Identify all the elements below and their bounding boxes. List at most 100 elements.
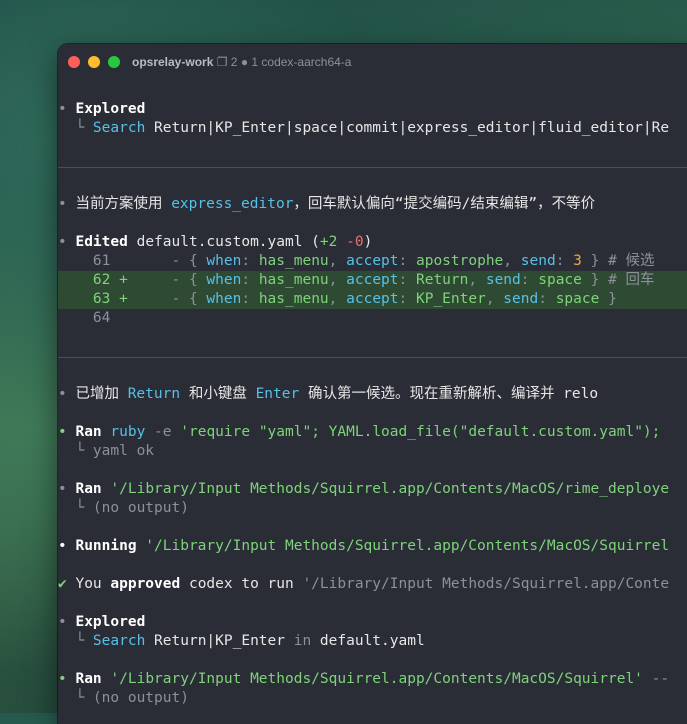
line-number bbox=[58, 291, 93, 307]
diff-code: - { bbox=[127, 291, 207, 307]
terminal-output: • Explored └ Search Return|KP_Enter|spac… bbox=[58, 80, 687, 724]
session-name: opsrelay-work bbox=[132, 55, 214, 69]
yaml-key: when bbox=[206, 291, 242, 307]
ran-output-1: └ yaml ok bbox=[58, 442, 154, 461]
ran-label: Ran bbox=[75, 424, 102, 440]
close-button[interactable] bbox=[68, 56, 80, 68]
explored-line-2: • Explored bbox=[58, 613, 145, 632]
yaml-value: has_menu bbox=[258, 272, 329, 288]
explored-line-1: • Explored bbox=[58, 100, 145, 119]
yaml-value: KP_Enter bbox=[415, 291, 486, 307]
search-args: Return|KP_Enter bbox=[145, 633, 285, 649]
ran-label: Ran bbox=[75, 481, 102, 497]
command-output: yaml ok bbox=[92, 443, 155, 459]
bullet-icon: • bbox=[58, 234, 76, 250]
message-text: 当前方案使用 bbox=[75, 196, 172, 212]
line-number: 64 bbox=[92, 310, 111, 326]
diff-code: - { bbox=[127, 272, 207, 288]
zoom-button[interactable] bbox=[108, 56, 120, 68]
line-number: 63 + bbox=[92, 291, 128, 307]
punct: , bbox=[503, 253, 521, 269]
diff-code: } bbox=[599, 291, 617, 307]
line-number bbox=[58, 272, 93, 288]
running-label: Running bbox=[75, 538, 137, 554]
terminal-window: opsrelay-work ❐ 2 ● 1 codex-aarch64-a • … bbox=[58, 44, 687, 724]
punct: , bbox=[485, 291, 504, 307]
punct: : bbox=[555, 253, 574, 269]
checkmark-icon: ✔ bbox=[58, 576, 67, 592]
punct: : bbox=[538, 291, 556, 307]
command: ruby bbox=[110, 424, 146, 440]
yaml-value: space bbox=[555, 291, 600, 307]
running-line: • Running '/Library/Input Methods/Squirr… bbox=[58, 537, 669, 556]
explored-label: Explored bbox=[75, 614, 146, 630]
message-text: 和小键盘 bbox=[180, 386, 256, 402]
command-flag: -- bbox=[642, 671, 670, 687]
message-text: 已增加 bbox=[75, 386, 128, 402]
diff-code: - { bbox=[110, 253, 207, 269]
divider bbox=[58, 357, 687, 358]
title-bar: opsrelay-work ❐ 2 ● 1 codex-aarch64-a bbox=[58, 44, 687, 80]
line-number: 62 + bbox=[92, 272, 128, 288]
search-in: in bbox=[285, 633, 312, 649]
bullet-icon: • bbox=[58, 614, 76, 630]
paren: ) bbox=[363, 234, 373, 250]
punct: , bbox=[328, 272, 347, 288]
diff-line-64: 64 bbox=[58, 309, 110, 328]
punct: : bbox=[398, 291, 416, 307]
command-string: 'require "yaml"; YAML.load_file("default… bbox=[171, 424, 661, 440]
added-count: +2 bbox=[319, 234, 338, 250]
approved-label: approved bbox=[110, 576, 181, 592]
punct: : bbox=[398, 253, 416, 269]
approved-text: You bbox=[66, 576, 111, 592]
punct: : bbox=[241, 253, 259, 269]
minimize-button[interactable] bbox=[88, 56, 100, 68]
ran-label: Ran bbox=[75, 671, 102, 687]
message-line-2: • 已增加 Return 和小键盘 Enter 确认第一候选。现在重新解析、编译… bbox=[58, 385, 598, 404]
ran-output-3: └ (no output) bbox=[58, 689, 189, 708]
approved-text: codex to run bbox=[180, 576, 303, 592]
ran-line-1: • Ran ruby -e 'require "yaml"; YAML.load… bbox=[58, 423, 660, 442]
line-number bbox=[58, 310, 93, 326]
inline-code: express_editor bbox=[171, 196, 294, 212]
punct: : bbox=[398, 272, 416, 288]
search-line-2: └ Search Return|KP_Enter in default.yaml bbox=[58, 632, 425, 651]
diff-code: } # 候选 bbox=[581, 253, 655, 269]
yaml-key: send bbox=[485, 272, 521, 288]
diff-line-62: 62 + - { when: has_menu, accept: Return,… bbox=[58, 271, 655, 290]
punct: : bbox=[520, 272, 539, 288]
ran-line-2: • Ran '/Library/Input Methods/Squirrel.a… bbox=[58, 480, 669, 499]
yaml-key: when bbox=[206, 253, 242, 269]
diff-line-63: 63 + - { when: has_menu, accept: KP_Ente… bbox=[58, 290, 617, 309]
tab-info: ❐ 2 ● 1 codex-aarch64-a bbox=[216, 55, 352, 69]
yaml-key: send bbox=[503, 291, 539, 307]
diff-code: } # 回车 bbox=[581, 272, 655, 288]
tree-branch-icon: └ bbox=[58, 120, 93, 136]
search-file: default.yaml bbox=[311, 633, 425, 649]
tree-branch-icon: └ bbox=[58, 690, 93, 706]
bullet-icon: • bbox=[58, 196, 76, 212]
edited-label: Edited bbox=[75, 234, 128, 250]
removed-count: -0 bbox=[337, 234, 364, 250]
search-line-1: └ Search Return|KP_Enter|space|commit|ex… bbox=[58, 119, 669, 138]
approved-line: ✔ You approved codex to run '/Library/In… bbox=[58, 575, 669, 594]
line-number bbox=[58, 253, 93, 269]
command-string: '/Library/Input Methods/Squirrel.app/Con… bbox=[302, 576, 670, 592]
command-string: '/Library/Input Methods/Squirrel.app/Con… bbox=[101, 481, 670, 497]
yaml-key: accept bbox=[346, 272, 399, 288]
yaml-value: space bbox=[538, 272, 582, 288]
yaml-value: Return bbox=[415, 272, 469, 288]
edited-line: • Edited default.custom.yaml (+2 -0) bbox=[58, 233, 372, 252]
window-title: opsrelay-work ❐ 2 ● 1 codex-aarch64-a bbox=[132, 55, 351, 69]
punct: : bbox=[241, 272, 259, 288]
search-label: Search bbox=[92, 120, 146, 136]
command-output: (no output) bbox=[92, 500, 189, 516]
diff-line-61: 61 - { when: has_menu, accept: apostroph… bbox=[58, 252, 655, 271]
edited-file: default.custom.yaml ( bbox=[127, 234, 320, 250]
message-line-1: • 当前方案使用 express_editor，回车默认偏向“提交编码/结束编辑… bbox=[58, 195, 595, 214]
explored-label: Explored bbox=[75, 101, 146, 117]
inline-code: Return bbox=[127, 386, 181, 402]
yaml-key: accept bbox=[346, 291, 399, 307]
search-args: Return|KP_Enter|space|commit|express_edi… bbox=[145, 120, 670, 136]
bullet-icon: • bbox=[58, 386, 76, 402]
